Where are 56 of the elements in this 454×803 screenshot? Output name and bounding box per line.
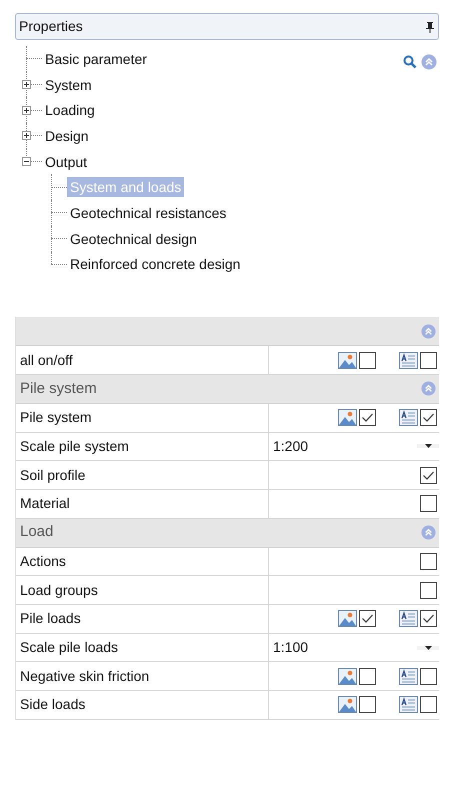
search-icon[interactable] xyxy=(403,55,417,69)
image-icon xyxy=(338,610,357,628)
checkbox[interactable] xyxy=(420,668,437,685)
checkbox[interactable] xyxy=(359,668,376,685)
tree-item[interactable]: System xyxy=(42,74,95,95)
text-block-icon xyxy=(399,696,418,714)
section-title: Load xyxy=(20,522,54,542)
checkbox[interactable] xyxy=(420,495,437,512)
property-label: Material xyxy=(20,494,70,514)
text-block-icon xyxy=(399,409,418,426)
tree-item[interactable]: Geotechnical design xyxy=(67,228,200,249)
property-label: Actions xyxy=(20,552,66,571)
property-label: Side loads xyxy=(20,695,86,714)
checkbox[interactable] xyxy=(420,696,437,714)
checkbox[interactable] xyxy=(420,466,437,484)
text-block-icon xyxy=(399,610,418,628)
plus-icon[interactable] xyxy=(22,80,31,90)
checkbox[interactable] xyxy=(420,552,437,570)
minus-icon[interactable] xyxy=(22,157,31,166)
text-block-icon xyxy=(399,352,418,369)
text-block-icon xyxy=(399,668,418,685)
image-icon xyxy=(338,696,357,714)
property-label: Scale pile system xyxy=(20,436,129,456)
checkbox[interactable] xyxy=(359,610,376,628)
tree-item[interactable]: Reinforced concrete design xyxy=(67,254,244,274)
tree-item[interactable]: Output xyxy=(42,152,90,172)
property-label: Soil profile xyxy=(20,466,86,485)
image-icon xyxy=(338,668,357,685)
scale-dropdown[interactable]: 1:100 xyxy=(269,634,439,662)
checkbox[interactable] xyxy=(359,696,376,714)
property-label: Load groups xyxy=(20,580,98,600)
checkbox[interactable] xyxy=(420,352,437,369)
checkbox[interactable] xyxy=(420,610,437,628)
checkbox[interactable] xyxy=(359,409,376,426)
property-label: Scale pile loads xyxy=(20,638,118,658)
dropdown-arrow-icon[interactable] xyxy=(424,646,432,650)
tree-item[interactable]: Loading xyxy=(42,100,98,120)
section-title: Pile system xyxy=(20,378,97,399)
image-icon xyxy=(338,352,357,369)
plus-icon[interactable] xyxy=(22,131,31,140)
checkbox[interactable] xyxy=(420,582,437,599)
property-label: Negative skin friction xyxy=(20,666,150,686)
checkbox[interactable] xyxy=(359,352,376,369)
scale-dropdown[interactable]: 1:200 xyxy=(269,432,439,460)
panel-title: Properties xyxy=(19,17,83,36)
image-icon xyxy=(338,409,357,426)
tree-item[interactable]: Basic parameter xyxy=(42,48,150,69)
checkbox[interactable] xyxy=(420,409,437,426)
tree-item[interactable]: Design xyxy=(42,126,92,146)
dropdown-arrow-icon[interactable] xyxy=(424,444,432,448)
property-label: Pile system xyxy=(20,408,92,428)
property-label: Pile loads xyxy=(20,609,81,628)
tree-item[interactable]: Geotechnical resistances xyxy=(67,202,230,223)
plus-icon[interactable] xyxy=(22,106,31,115)
pin-icon[interactable] xyxy=(425,20,435,32)
property-label: all on/off xyxy=(20,350,73,370)
